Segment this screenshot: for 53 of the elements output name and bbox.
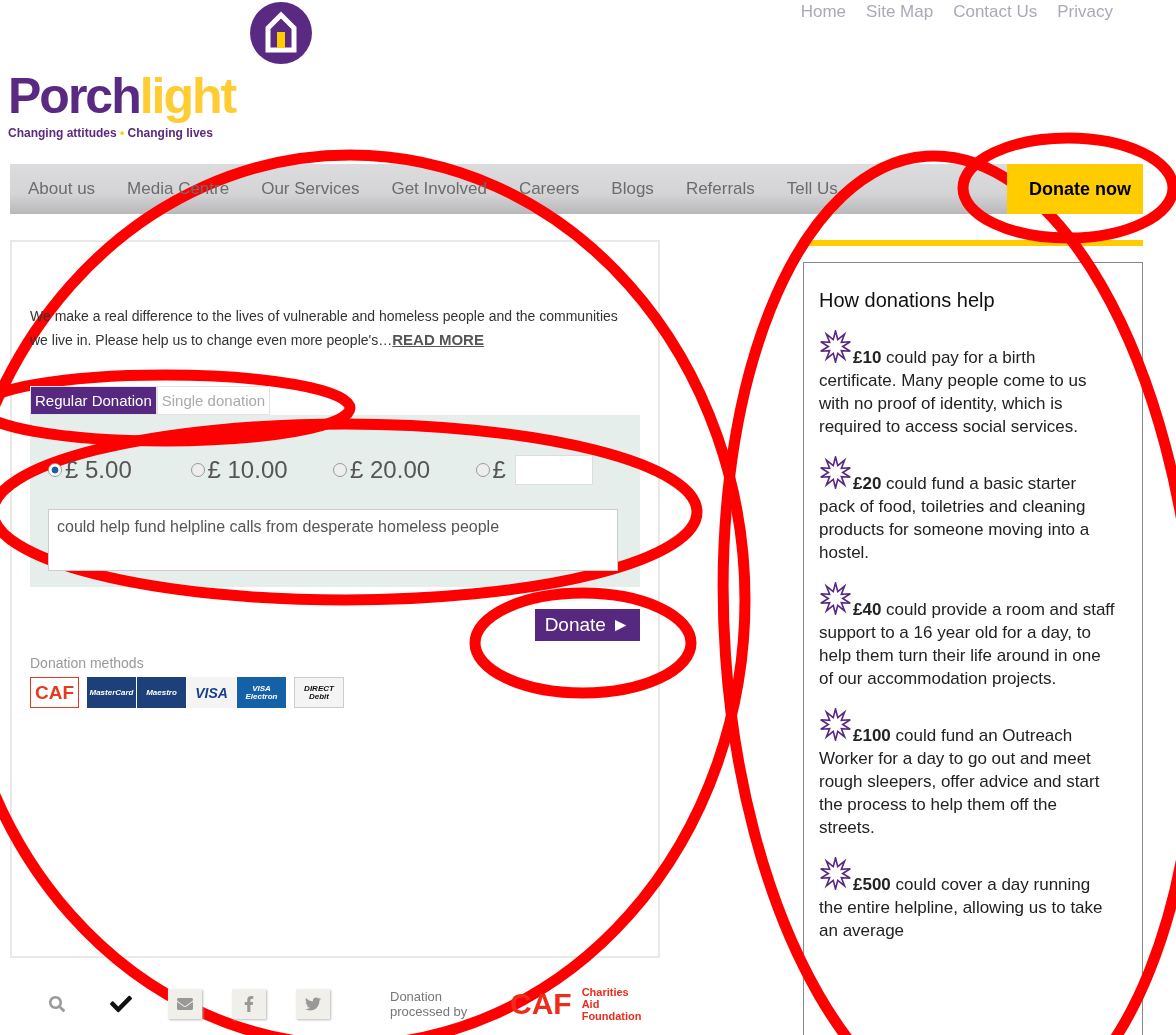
payment-logo: DIRECT Debit	[294, 677, 344, 708]
bird-icon[interactable]	[296, 989, 330, 1019]
nav-link[interactable]: Tell Us	[770, 179, 854, 199]
facebook-icon[interactable]	[232, 989, 266, 1019]
donation-tab[interactable]: Single donation	[156, 386, 271, 415]
payment-logo: CAF	[30, 677, 79, 708]
house-logo-icon	[250, 2, 312, 64]
payment-logo: VISA	[187, 677, 236, 708]
radio-button[interactable]	[475, 463, 490, 477]
radio-button[interactable]	[48, 463, 62, 477]
burst-icon	[819, 582, 852, 615]
help-item-text: £20 could fund a basic starter pack of food, toiletries and cleaning products for someone moving into a hostel.	[819, 474, 1090, 562]
burst-icon	[819, 857, 852, 890]
caf-name: Charities Aid Foundation	[581, 986, 643, 1022]
burst-icon	[819, 708, 852, 741]
radio-button[interactable]	[333, 463, 347, 477]
logo-tagline: Changing attitudes • Changing lives	[8, 126, 214, 140]
help-item-text: £100 could fund an Outreach Worker for a day to go out and meet rough sleepers, offer advice and start the process to help them off the streets.	[819, 726, 1100, 837]
payment-logo: Maestro	[137, 677, 186, 708]
payment-logo: VISA Electron	[237, 677, 286, 708]
nav-link[interactable]: Blogs	[595, 179, 670, 199]
help-item-text: £500 could cover a day running the entire helpline, allowing us to take an average	[819, 875, 1103, 940]
nav-link[interactable]: Media Centre	[111, 179, 246, 199]
amount-label: £ 5.00	[65, 456, 132, 484]
top-link[interactable]: Site Map	[866, 2, 934, 22]
mail-icon[interactable]	[168, 989, 202, 1019]
burst-icon	[819, 456, 852, 489]
amount-label: £ 10.00	[207, 456, 288, 484]
nav-link[interactable]: Careers	[502, 179, 596, 199]
amount-label: £ 20.00	[350, 456, 431, 484]
nav-link[interactable]: Our Services	[245, 179, 376, 199]
top-link[interactable]: Contact Us	[953, 2, 1038, 22]
nav-link[interactable]: Get Involved	[375, 179, 503, 199]
read-more-link[interactable]: READ MORE	[392, 331, 484, 348]
amount-label: £	[492, 456, 506, 484]
nav-link[interactable]: Referrals	[669, 179, 771, 199]
top-link[interactable]: Home	[800, 2, 847, 22]
amount-input[interactable]	[514, 455, 593, 485]
nav-link[interactable]: About us	[12, 179, 112, 199]
donate-now-button[interactable]: Donate now	[1007, 164, 1143, 214]
burst-icon	[819, 330, 852, 363]
methods-title: Donation methods	[30, 655, 145, 671]
top-link[interactable]: Privacy	[1057, 2, 1113, 22]
donate-button[interactable]: Donate ►	[534, 609, 640, 641]
help-item-text: £40 could provide a room and staff support to a 16 year old for a day, to help them turn their life around in one of our accommodation projects.	[819, 600, 1115, 688]
description-field[interactable]: could help fund helpline calls from desperate homeless people	[48, 509, 618, 571]
logo-wordmark: Porchlight	[8, 68, 237, 124]
radio-button[interactable]	[190, 463, 205, 477]
payment-logo: MasterCard	[87, 677, 136, 708]
help-title: How donations help	[819, 289, 996, 312]
processed-by-text: Donation processed by	[390, 989, 469, 1019]
help-item-text: £10 could pay for a birth certificate. Many people come to us with no proof of identity, which is required to access social services.	[819, 348, 1087, 436]
donation-tab[interactable]: Regular Donation	[30, 386, 157, 415]
